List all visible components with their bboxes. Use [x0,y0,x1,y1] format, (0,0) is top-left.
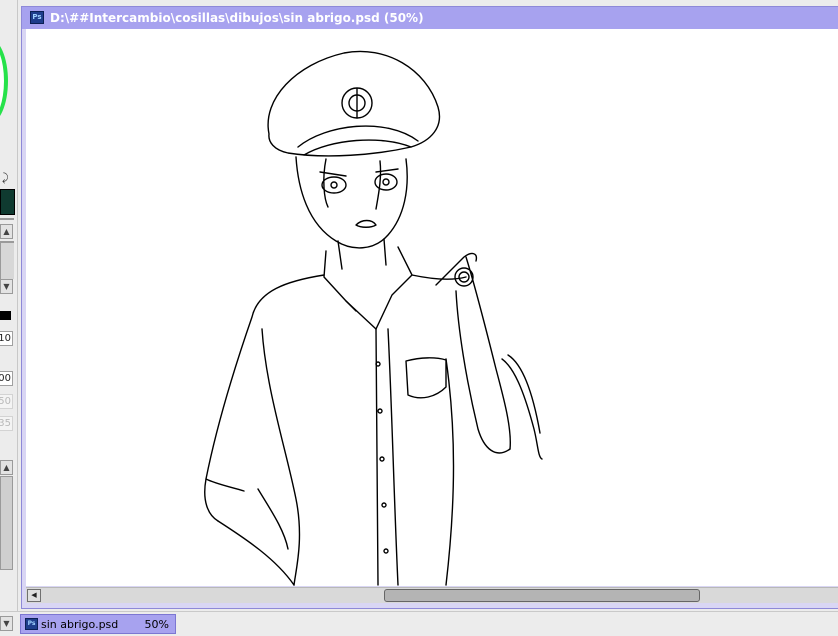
document-window: Ps D:\##Intercambio\cosillas\dibujos\sin… [21,6,838,609]
color-wheel[interactable] [0,38,8,124]
drawing-canvas[interactable] [26,29,838,586]
opacity-field[interactable]: 00 [0,371,13,386]
scrollbar-thumb[interactable] [384,589,700,602]
panel-scrollbar[interactable] [0,476,13,570]
document-tab[interactable]: Ps sin abrigo.psd 50% [20,614,176,634]
down-arrow-icon[interactable]: ▼ [0,279,13,294]
horizontal-scrollbar[interactable]: ◀ [26,587,838,603]
title-bar[interactable]: Ps D:\##Intercambio\cosillas\dibujos\sin… [22,7,838,29]
ps-icon: Ps [25,618,38,630]
down-arrow-icon[interactable]: ▼ [0,616,13,631]
panel-divider [0,218,14,220]
left-arrow-icon[interactable]: ◀ [27,589,41,602]
up-arrow-icon[interactable]: ▲ [0,460,13,475]
up-arrow-icon[interactable]: ▲ [0,224,13,239]
document-taskbar: ▼ Ps sin abrigo.psd 50% [0,611,838,636]
document-tab-name: sin abrigo.psd [41,618,119,631]
tools-panel: ⤸ ▲ ▼ 10 00 50 35 ▲ [0,0,18,635]
density-field[interactable]: 50 [0,394,13,409]
blend-field[interactable]: 35 [0,416,13,431]
window-title: D:\##Intercambio\cosillas\dibujos\sin ab… [50,11,424,25]
swap-colors-icon[interactable]: ⤸ [2,172,9,184]
ps-icon: Ps [30,11,44,24]
brush-color-swatch[interactable] [0,311,11,320]
document-tab-zoom: 50% [144,618,169,631]
panel-scroll-track[interactable] [0,243,14,279]
foreground-color-swatch[interactable] [0,189,15,215]
brush-size-field[interactable]: 10 [0,331,13,346]
line-art-drawing [204,50,543,586]
